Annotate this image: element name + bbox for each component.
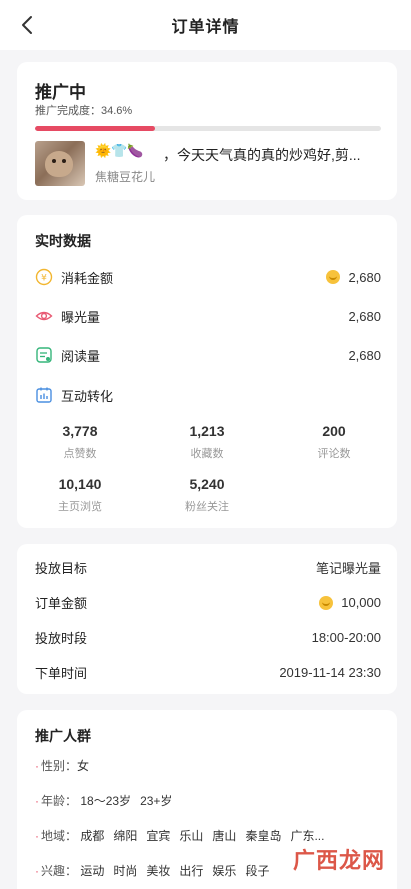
audience-key: 地域： xyxy=(41,829,78,843)
audience-key: 年龄： xyxy=(41,794,78,808)
stat-label: 粉丝关注 xyxy=(185,501,229,513)
stat-followers: 5,240 粉丝关注 xyxy=(152,476,262,514)
metric-row-reads: 阅读量 2,680 xyxy=(35,345,381,365)
section-title-audience: 推广人群 xyxy=(35,728,91,744)
region-tag: 唐山 xyxy=(212,829,237,843)
order-info-card: 投放目标 笔记曝光量 订单金额 10,000 投放时段 18:00-20:00 … xyxy=(17,544,397,694)
stat-label: 主页浏览 xyxy=(58,501,102,513)
interest-tag: 运动 xyxy=(80,864,105,878)
post-thumbnail[interactable] xyxy=(35,141,85,186)
post-title[interactable]: ，今天天气真的真的炒鸡好,剪... xyxy=(163,145,361,165)
stat-number: 1,213 xyxy=(189,423,225,439)
info-key: 投放时段 xyxy=(35,631,88,646)
eye-icon xyxy=(35,307,53,325)
info-key: 订单金额 xyxy=(35,596,88,611)
interaction-title: 互动转化 xyxy=(61,388,114,404)
top-bar: 订单详情 xyxy=(0,0,411,50)
info-value: 10,000 xyxy=(319,593,381,612)
stat-number: 3,778 xyxy=(62,423,98,439)
age-tag: 18～23岁 xyxy=(80,794,132,808)
metric-row-exposure: 曝光量 2,680 xyxy=(35,306,381,326)
watermark-text: 广西龙网 xyxy=(292,848,385,873)
page-title: 订单详情 xyxy=(171,19,240,36)
stat-likes: 3,778 点赞数 xyxy=(25,423,135,461)
watermark: 广西龙网 xyxy=(293,843,385,875)
region-tag: 秦皇岛 xyxy=(245,829,282,843)
metric-value: 2,680 xyxy=(326,270,381,285)
interest-tag: 出行 xyxy=(179,864,204,878)
chevron-left-icon xyxy=(22,16,32,34)
interaction-header: 互动转化 xyxy=(35,385,381,405)
svg-text:¥: ¥ xyxy=(41,274,47,284)
info-row-order-time: 下单时间 2019-11-14 23:30 xyxy=(35,663,381,682)
stat-number: 200 xyxy=(322,423,346,439)
yuan-coin-icon: ¥ xyxy=(35,268,53,286)
progress-bar xyxy=(35,126,381,131)
status-title: 推广中 xyxy=(35,83,86,102)
realtime-data-card: 实时数据 ¥ 消耗金额 2,680 曝光量 2,680 阅读量 2,680 互动… xyxy=(17,215,397,528)
info-row-target: 投放目标 笔记曝光量 xyxy=(35,558,381,577)
info-key: 投放目标 xyxy=(35,561,88,576)
metric-row-spend: ¥ 消耗金额 2,680 xyxy=(35,267,381,287)
info-key: 下单时间 xyxy=(35,666,88,681)
progress-fill xyxy=(35,126,155,131)
metric-label: 阅读量 xyxy=(61,348,101,364)
stat-profile-views: 10,140 主页浏览 xyxy=(25,476,135,514)
info-value: 笔记曝光量 xyxy=(315,561,381,576)
progress-label: 推广完成度：34.6% xyxy=(35,105,133,117)
promotion-status-card: 推广中 推广完成度：34.6% 🌞👕🍆 ，今天天气真的真的炒鸡好,剪... 焦糖… xyxy=(17,62,397,200)
metric-value: 2,680 xyxy=(348,347,381,363)
author-name: 焦糖豆花儿 xyxy=(95,170,156,184)
section-title-realtime: 实时数据 xyxy=(35,233,91,249)
calendar-chart-icon xyxy=(35,386,53,404)
audience-age: · 年龄： 18～23岁 23+岁 xyxy=(35,794,173,808)
interest-tag: 时尚 xyxy=(113,864,138,878)
stat-favorites: 1,213 收藏数 xyxy=(152,423,262,461)
info-row-amount: 订单金额 10,000 xyxy=(35,593,381,612)
stat-number: 5,240 xyxy=(189,476,225,492)
audience-region: · 地域： 成都 绵阳 宜宾 乐山 唐山 秦皇岛 广东... xyxy=(35,829,325,843)
coin-icon xyxy=(319,595,334,610)
region-tag: 宜宾 xyxy=(146,829,171,843)
stat-comments: 200 评论数 xyxy=(279,423,389,461)
audience-value: 女 xyxy=(77,759,90,773)
read-doc-icon xyxy=(35,346,53,364)
audience-gender: · 性别：女 xyxy=(35,759,90,773)
region-tag: 广东... xyxy=(290,829,325,843)
info-value: 2019-11-14 23:30 xyxy=(279,665,381,680)
back-button[interactable] xyxy=(14,12,40,38)
interest-tag: 娱乐 xyxy=(212,864,237,878)
interest-tag: 段子 xyxy=(245,864,270,878)
metric-value: 2,680 xyxy=(348,308,381,324)
interest-tag: 美妆 xyxy=(146,864,171,878)
metric-label: 曝光量 xyxy=(61,309,101,325)
stat-label: 收藏数 xyxy=(190,448,224,460)
metric-label: 消耗金额 xyxy=(61,270,114,286)
info-value: 18:00-20:00 xyxy=(311,630,381,645)
stat-label: 点赞数 xyxy=(63,448,97,460)
region-tag: 绵阳 xyxy=(113,829,138,843)
stat-number: 10,140 xyxy=(58,476,102,492)
coin-icon xyxy=(326,270,341,284)
audience-key: 兴趣： xyxy=(41,864,78,878)
age-tag: 23+岁 xyxy=(140,794,173,808)
post-emoji: 🌞👕🍆 xyxy=(95,143,144,158)
info-row-time-slot: 投放时段 18:00-20:00 xyxy=(35,628,381,647)
region-tag: 乐山 xyxy=(179,829,204,843)
audience-key: 性别： xyxy=(41,759,78,773)
region-tag: 成都 xyxy=(80,829,105,843)
stat-label: 评论数 xyxy=(317,448,351,460)
